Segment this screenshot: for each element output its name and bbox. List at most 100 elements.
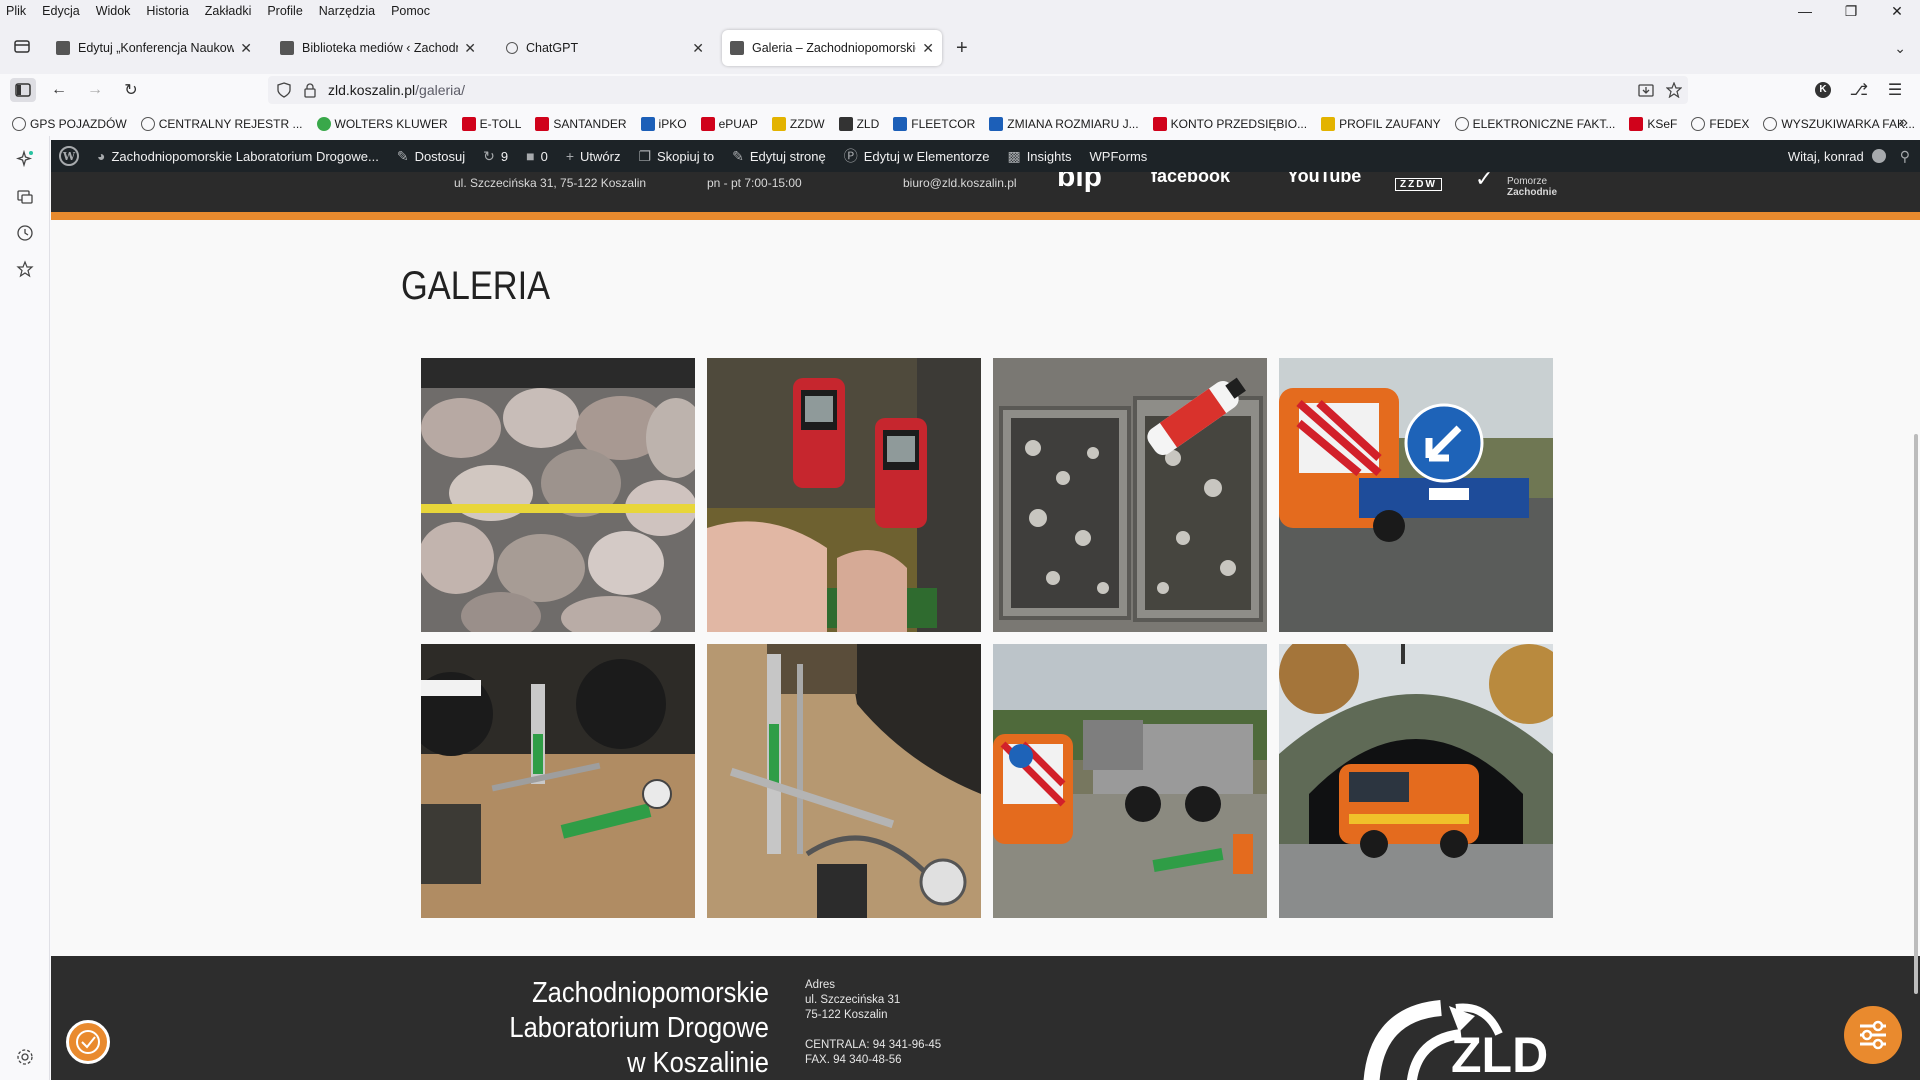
gallery-image	[1279, 644, 1553, 918]
gallery-item[interactable]	[1279, 644, 1553, 918]
wp-account[interactable]: Witaj, konrad ⚲	[1788, 140, 1910, 172]
gallery-item[interactable]	[707, 644, 981, 918]
menu-edycja[interactable]: Edycja	[38, 4, 80, 18]
close-tab-icon[interactable]: ✕	[240, 40, 252, 57]
gallery-item[interactable]	[421, 644, 695, 918]
header-address: ul. Szczecińska 31, 75-122 Koszalin	[454, 176, 647, 190]
bookmarks-star-icon[interactable]	[16, 260, 34, 278]
bookmark-zld[interactable]: ZLD	[838, 117, 879, 131]
pomorze-link[interactable]: Pomorze Zachodnie	[1507, 176, 1557, 198]
extensions-icon[interactable]: ⎇	[1846, 78, 1872, 102]
gallery-item[interactable]	[1279, 358, 1553, 632]
elementor-icon: Ⓟ	[843, 148, 858, 164]
ai-sparkle-icon[interactable]	[16, 150, 34, 168]
menu-narzedzia[interactable]: Narzędzia	[315, 4, 375, 18]
wp-site-name[interactable]: ◕ Zachodniopomorskie Laboratorium Drogowe…	[97, 148, 379, 164]
minimize-icon[interactable]: —	[1782, 0, 1828, 22]
sliders-icon	[1860, 1020, 1886, 1050]
gallery-image	[421, 358, 695, 632]
wp-new-content[interactable]: + Utwórz	[566, 148, 621, 164]
bookmark-ipko[interactable]: iPKO	[640, 117, 687, 131]
wp-edit-elementor[interactable]: Ⓟ Edytuj w Elementorze	[844, 146, 990, 166]
wp-customize[interactable]: ✎ Dostosuj	[397, 148, 465, 165]
menu-historia[interactable]: Historia	[142, 4, 188, 18]
chevron-double-right-icon[interactable]: »	[1899, 114, 1908, 132]
download-page-icon[interactable]	[1638, 82, 1654, 98]
wp-wpforms[interactable]: WPForms	[1090, 149, 1148, 164]
bookmark-elektroniczne-faktury[interactable]: ELEKTRONICZNE FAKT...	[1454, 117, 1615, 131]
menu-pomoc[interactable]: Pomoc	[387, 4, 430, 18]
bookmark-wolters-kluwer[interactable]: WOLTERS KLUWER	[316, 117, 448, 131]
wordpress-logo-icon[interactable]: W	[59, 146, 79, 166]
bookmark-centralny-rejestr[interactable]: CENTRALNY REJESTR ...	[140, 117, 303, 131]
search-icon[interactable]: ⚲	[1900, 148, 1910, 165]
close-window-icon[interactable]: ✕	[1874, 0, 1920, 22]
lock-icon[interactable]	[302, 82, 318, 98]
chevron-down-icon[interactable]: ⌄	[1894, 40, 1906, 57]
bookmark-wyszukiwarka[interactable]: WYSZUKIWARKA FAK...	[1763, 117, 1915, 131]
youtube-link[interactable]: YouTube	[1287, 172, 1361, 187]
bookmark-epuap[interactable]: ePUAP	[700, 117, 758, 131]
bookmark-santander[interactable]: SANTANDER	[535, 117, 627, 131]
header-email[interactable]: biuro@zld.koszalin.pl	[903, 176, 1017, 190]
bip-logo-icon[interactable]: bip	[1057, 172, 1102, 194]
gallery-item[interactable]	[707, 358, 981, 632]
bookmark-zzdw[interactable]: ZZDW	[771, 117, 825, 131]
back-icon[interactable]: ←	[46, 78, 72, 102]
gallery-item[interactable]	[993, 358, 1267, 632]
gallery-item[interactable]	[993, 644, 1267, 918]
wp-greeting: Witaj, konrad	[1787, 148, 1864, 164]
new-tab-icon[interactable]: +	[956, 38, 968, 58]
menu-widok[interactable]: Widok	[92, 4, 131, 18]
menu-plik[interactable]: Plik	[0, 4, 26, 18]
sidebar-toggle-icon[interactable]	[10, 78, 36, 102]
address-bar[interactable]: zld.koszalin.pl/galeria/	[268, 76, 1688, 104]
menu-zakladki[interactable]: Zakładki	[201, 4, 252, 18]
zzdw-link[interactable]: ZZDW	[1395, 178, 1442, 191]
url-path: /galeria/	[415, 82, 465, 98]
gallery-item[interactable]	[421, 358, 695, 632]
bookmark-label: KONTO PRZEDSIĘBIO...	[1170, 117, 1308, 131]
tab-edytuj-konferencja[interactable]: Edytuj „Konferencja Naukowo – ✕	[48, 30, 260, 66]
shield-icon[interactable]	[276, 82, 292, 98]
tab-chatgpt[interactable]: ChatGPT ✕	[498, 30, 712, 66]
wp-copy-page[interactable]: ❐ Skopiuj to	[638, 148, 714, 165]
bookmark-star-icon[interactable]	[1666, 82, 1682, 98]
site-settings-button[interactable]	[1844, 1006, 1902, 1064]
hamburger-menu-icon[interactable]: ☰	[1882, 78, 1908, 102]
tab-galeria[interactable]: Galeria – Zachodniopomorskie L ✕	[722, 30, 942, 66]
account-icon[interactable]: K	[1810, 78, 1836, 102]
facebook-link[interactable]: facebook	[1151, 172, 1230, 187]
forward-icon[interactable]: →	[82, 78, 108, 102]
close-tab-icon[interactable]: ✕	[692, 40, 704, 57]
footer-fax: FAX. 94 340-48-56	[805, 1054, 902, 1066]
close-tab-icon[interactable]: ✕	[464, 40, 476, 57]
bookmark-konto-przedsiebiorcy[interactable]: KONTO PRZEDSIĘBIO...	[1152, 117, 1308, 131]
tab-groups-icon[interactable]	[12, 36, 32, 56]
wp-insights[interactable]: ▩ Insights	[1007, 148, 1071, 165]
wp-updates[interactable]: ↻ 9	[483, 148, 508, 165]
accessibility-button[interactable]	[66, 1020, 110, 1064]
bookmark-fedex[interactable]: FEDEX	[1691, 117, 1749, 131]
footer-phone[interactable]: CENTRALA: 94 341-96-45	[805, 1038, 941, 1053]
bookmark-e-toll[interactable]: E-TOLL	[461, 117, 521, 131]
close-tab-icon[interactable]: ✕	[922, 40, 934, 57]
bookmark-zmiana-rozmiaru[interactable]: ZMIANA ROZMIARU J...	[989, 117, 1139, 131]
bookmark-fleetcor[interactable]: FLEETCOR	[893, 117, 975, 131]
page-scrollbar[interactable]	[1914, 434, 1918, 994]
restore-icon[interactable]: ❐	[1828, 0, 1874, 22]
synced-tabs-icon[interactable]	[16, 188, 34, 206]
bookmark-label: WYSZUKIWARKA FAK...	[1781, 117, 1915, 131]
bookmark-ksef[interactable]: KSeF	[1629, 117, 1677, 131]
menu-profile[interactable]: Profile	[263, 4, 302, 18]
wp-comments[interactable]: ■ 0	[526, 148, 548, 164]
tab-biblioteka-mediow[interactable]: Biblioteka mediów ‹ Zachodnio ✕	[272, 30, 484, 66]
bookmark-profil-zaufany[interactable]: PROFIL ZAUFANY	[1321, 117, 1441, 131]
plus-icon: +	[565, 148, 574, 164]
url-domain: zld.koszalin.pl	[328, 82, 416, 98]
history-clock-icon[interactable]	[16, 224, 34, 242]
gear-icon[interactable]	[16, 1048, 34, 1066]
wp-edit-page[interactable]: ✎ Edytuj stronę	[732, 148, 826, 165]
reload-icon[interactable]: ↻	[118, 78, 144, 102]
bookmark-gps-pojazdow[interactable]: GPS POJAZDÓW	[12, 117, 127, 131]
